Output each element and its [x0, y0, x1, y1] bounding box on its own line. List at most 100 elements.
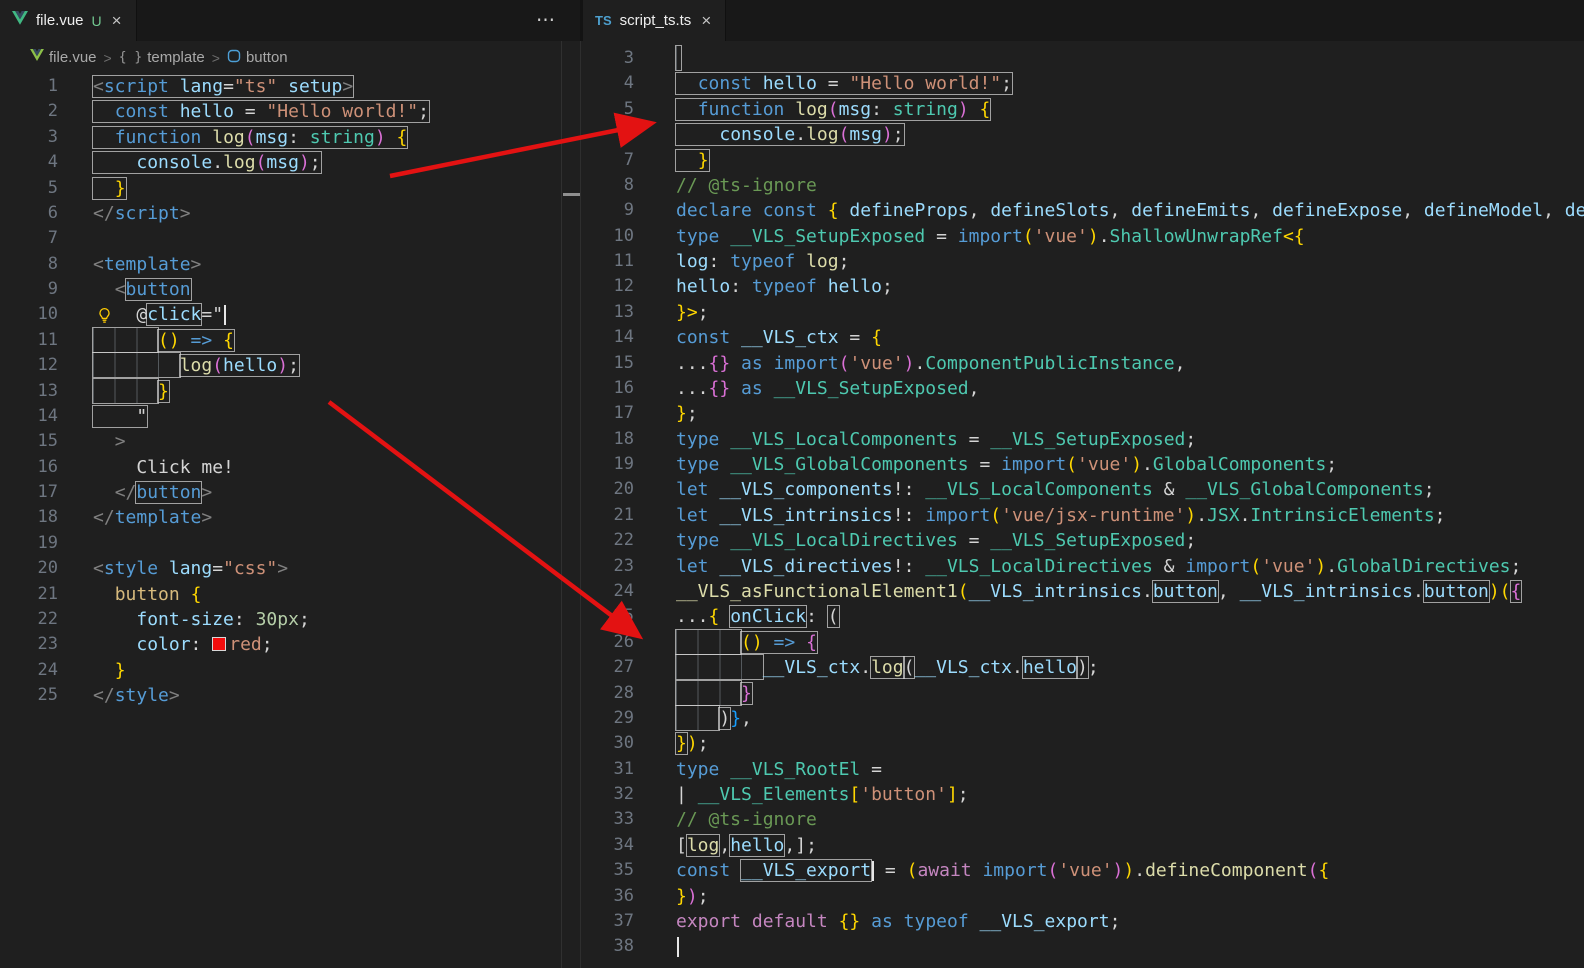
- code-line[interactable]: 16 ...{} as __VLS_SetupExposed,: [581, 376, 1584, 401]
- code-line[interactable]: 12 hello: typeof hello;: [581, 274, 1584, 299]
- mapping-box: log: [870, 656, 905, 680]
- code-line[interactable]: 23 let __VLS_directives!: __VLS_LocalDire…: [581, 554, 1584, 579]
- code-line[interactable]: 10 type __VLS_SetupExposed = import('vue'…: [581, 224, 1584, 249]
- line-number: 19: [613, 454, 634, 475]
- code-line[interactable]: 37 export default {} as typeof __VLS_expo…: [581, 909, 1584, 934]
- code-line[interactable]: 31 type __VLS_RootEl =: [581, 757, 1584, 782]
- code-line[interactable]: 6 console.log(msg);: [581, 122, 1584, 147]
- code-line[interactable]: 36});: [581, 884, 1584, 909]
- mapping-box: (: [902, 656, 916, 680]
- code-line[interactable]: 25 ...{ onClick: (: [581, 604, 1584, 629]
- code-line[interactable]: 13}>;: [581, 300, 1584, 325]
- code-line[interactable]: 11 log: typeof log;: [581, 249, 1584, 274]
- code-line[interactable]: 15 ...{} as import('vue').ComponentPublic…: [581, 351, 1584, 376]
- tab-file-vue[interactable]: file.vue U ×: [0, 0, 137, 41]
- mapping-box: __VLS_export: [740, 859, 873, 883]
- more-actions-icon[interactable]: ⋯: [528, 0, 565, 41]
- mapping-box: }: [675, 732, 688, 756]
- code-line[interactable]: 28}: [581, 679, 1584, 706]
- line-number: 11: [37, 329, 58, 350]
- code-line[interactable]: 19: [0, 531, 580, 556]
- mapping-box: button: [1151, 579, 1219, 603]
- code-line[interactable]: 8// @ts-ignore: [581, 173, 1584, 198]
- code-line[interactable]: 22 type __VLS_LocalDirectives = __VLS_Set…: [581, 528, 1584, 553]
- code-line[interactable]: 4 console.log(msg);: [0, 150, 580, 175]
- code-line[interactable]: 30});: [581, 731, 1584, 756]
- symbol-element-icon: [227, 49, 241, 67]
- close-icon[interactable]: ×: [110, 11, 124, 31]
- code-line[interactable]: 3: [581, 45, 1584, 71]
- code-line[interactable]: 33// @ts-ignore: [581, 807, 1584, 832]
- code-line[interactable]: 8 <template>: [0, 252, 580, 277]
- code-line[interactable]: 14 ": [0, 404, 580, 429]
- mapping-box-whitespace: [91, 377, 160, 404]
- code-line[interactable]: 16 Click me!: [0, 455, 580, 480]
- close-icon[interactable]: ×: [699, 11, 713, 31]
- code-line[interactable]: 2 const hello = "Hello world!";: [0, 99, 580, 124]
- code-line[interactable]: 14 const __VLS_ctx = {: [581, 325, 1584, 350]
- code-line[interactable]: 38: [581, 934, 1584, 959]
- code-line[interactable]: 29)},: [581, 704, 1584, 731]
- code-line[interactable]: 34 [log,hello,];: [581, 833, 1584, 858]
- line-number: 31: [613, 758, 634, 779]
- code-line[interactable]: 19 type __VLS_GlobalComponents = import('…: [581, 452, 1584, 477]
- code-line[interactable]: 12 log(hello);: [0, 352, 580, 379]
- code-line[interactable]: 5 }: [0, 176, 580, 201]
- code-line[interactable]: 6 </script>: [0, 201, 580, 226]
- line-number: 21: [37, 583, 58, 604]
- code-line[interactable]: 25 </style>: [0, 683, 580, 708]
- code-line[interactable]: 7: [0, 226, 580, 251]
- code-line[interactable]: 24 }: [0, 658, 580, 683]
- vue-logo-icon: [12, 10, 28, 31]
- code-line[interactable]: 20 let __VLS_components!: __VLS_LocalComp…: [581, 477, 1584, 502]
- mapping-box: button: [135, 481, 203, 505]
- line-number: 29: [613, 707, 634, 728]
- line-number: 3: [623, 48, 634, 68]
- code-line[interactable]: 17};: [581, 401, 1584, 426]
- code-line[interactable]: 4 const hello = "Hello world!";: [581, 71, 1584, 96]
- css-color-swatch[interactable]: [212, 637, 227, 652]
- code-line[interactable]: 23 color: red;: [0, 632, 580, 657]
- line-number: 21: [613, 504, 634, 525]
- line-number: 17: [37, 482, 58, 503]
- line-number: 6: [47, 202, 58, 223]
- line-number: 25: [613, 606, 634, 627]
- code-line[interactable]: 3 function log(msg: string) {: [0, 125, 580, 150]
- code-line[interactable]: 10 @click=": [0, 302, 580, 327]
- code-line[interactable]: 1 <script lang="ts" setup>: [0, 74, 580, 99]
- code-line[interactable]: 27 __VLS_ctx.log(__VLS_ctx.hello);: [581, 654, 1584, 681]
- code-line[interactable]: 20 <style lang="css">: [0, 556, 580, 581]
- overview-ruler[interactable]: [561, 41, 580, 968]
- mapping-box-whitespace: [674, 704, 721, 731]
- code-line[interactable]: 17 </button>: [0, 480, 580, 505]
- code-line[interactable]: 9 <button: [0, 277, 580, 302]
- code-line[interactable]: 21 button {: [0, 582, 580, 607]
- code-line[interactable]: 32 | __VLS_Elements['button'];: [581, 782, 1584, 807]
- code-line[interactable]: 7 }: [581, 148, 1584, 173]
- code-line[interactable]: 5 function log(msg: string) {: [581, 97, 1584, 122]
- code-line[interactable]: 18 type __VLS_LocalComponents = __VLS_Set…: [581, 427, 1584, 452]
- code-line[interactable]: 35 const __VLS_export = (await import('vu…: [581, 858, 1584, 883]
- line-number: 18: [37, 507, 58, 528]
- code-line[interactable]: 15 >: [0, 429, 580, 454]
- breadcrumb-item-file[interactable]: file.vue: [30, 49, 97, 66]
- tab-script-ts[interactable]: TS script_ts.ts ×: [583, 0, 727, 41]
- code-line[interactable]: 11 () => {: [0, 326, 580, 353]
- code-line[interactable]: 26 () => {: [581, 628, 1584, 655]
- code-line[interactable]: 9 declare const { defineProps, defineSlot…: [581, 198, 1584, 223]
- line-number: 16: [613, 377, 634, 398]
- breadcrumb-item-button[interactable]: button: [227, 49, 288, 67]
- mapping-box: }: [92, 176, 127, 200]
- mapping-box: () => {: [740, 630, 818, 654]
- code-line[interactable]: 13}: [0, 377, 580, 404]
- code-line[interactable]: 22 font-size: 30px;: [0, 607, 580, 632]
- line-number: 25: [37, 685, 58, 706]
- chevron-right-icon: >: [103, 49, 112, 66]
- code-line[interactable]: 21 let __VLS_intrinsics!: import('vue/jsx…: [581, 503, 1584, 528]
- code-line[interactable]: 24 __VLS_asFunctionalElement1(__VLS_intri…: [581, 579, 1584, 604]
- mapping-box: const hello = "Hello world!";: [675, 72, 1013, 96]
- line-number: 5: [47, 177, 58, 198]
- line-number: 35: [613, 860, 634, 881]
- code-line[interactable]: 18 </template>: [0, 505, 580, 530]
- breadcrumb-item-template[interactable]: { } template: [119, 49, 205, 66]
